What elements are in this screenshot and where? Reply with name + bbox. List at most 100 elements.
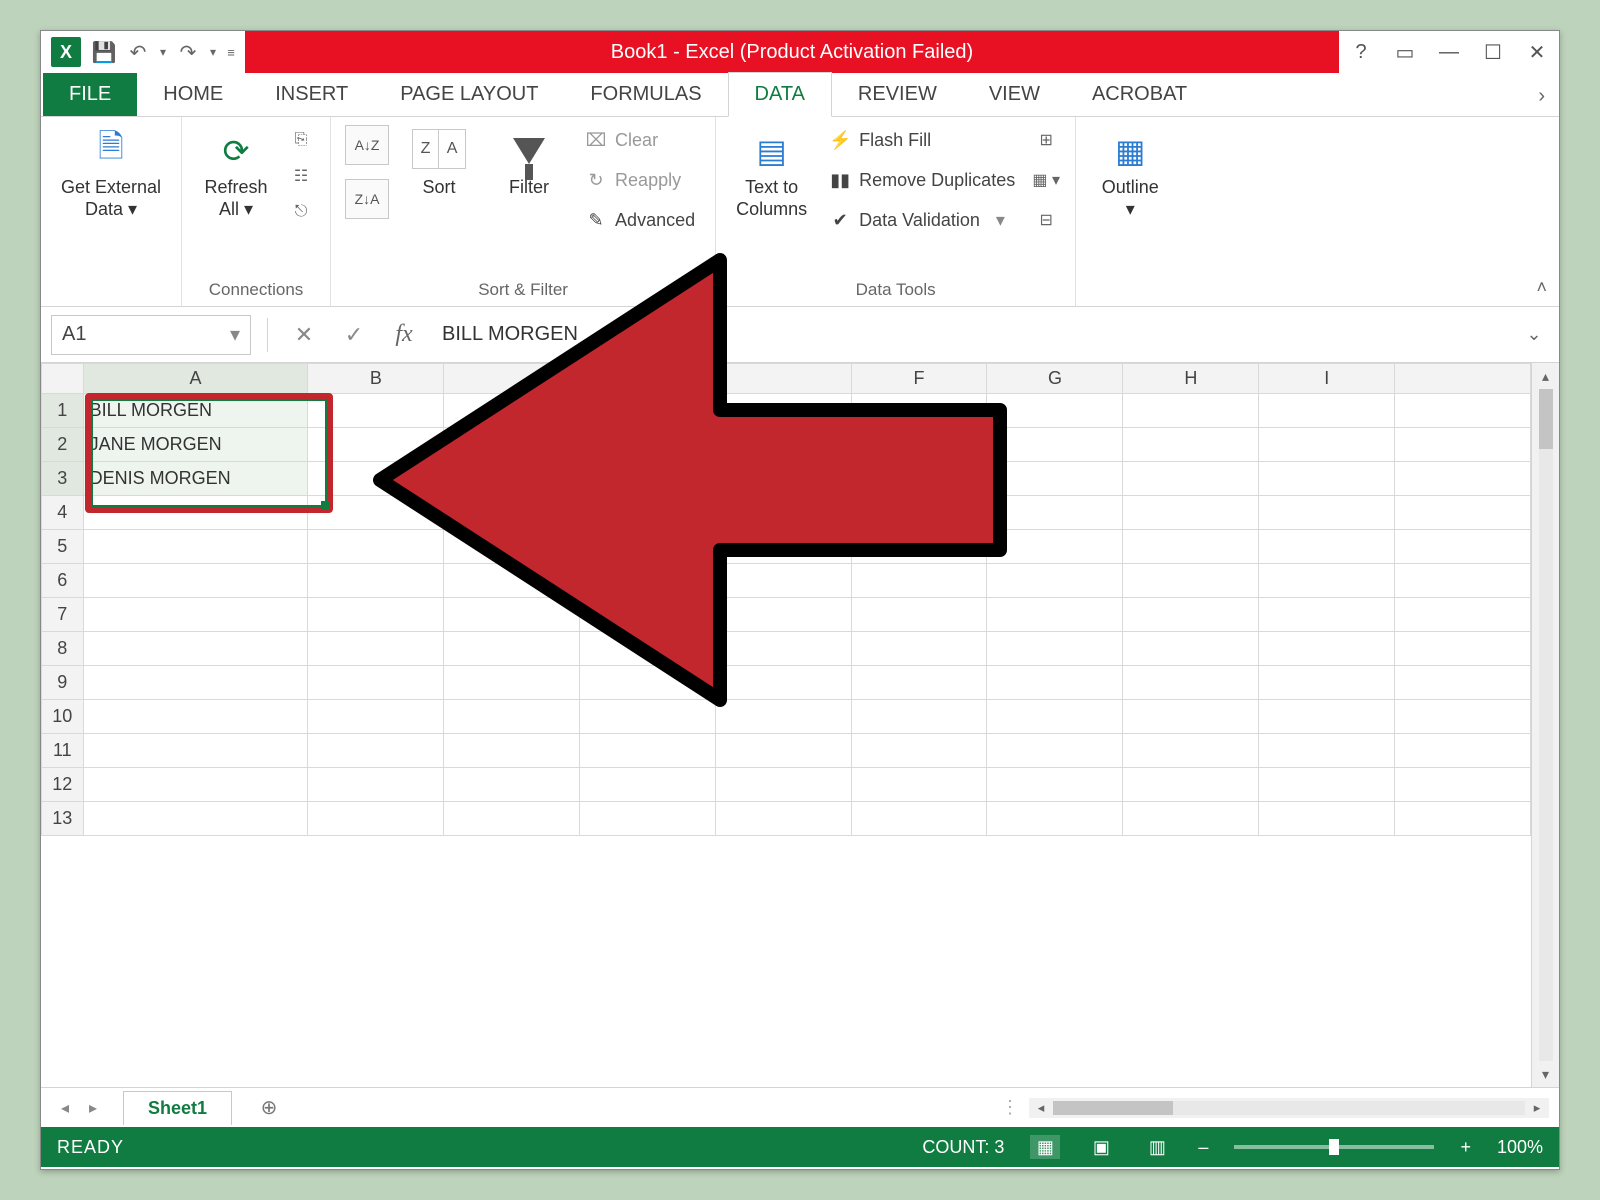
cell[interactable] (851, 734, 987, 768)
cell[interactable] (83, 632, 308, 666)
view-page-break-icon[interactable]: ▥ (1142, 1135, 1172, 1159)
cell[interactable] (83, 734, 308, 768)
cell[interactable] (1395, 462, 1531, 496)
cell[interactable] (444, 462, 580, 496)
cell[interactable]: BILL MORGEN (83, 394, 308, 428)
cell[interactable] (580, 564, 716, 598)
outline-button[interactable]: ▦ Outline▾ (1090, 125, 1170, 224)
zoom-slider[interactable] (1234, 1145, 1434, 1149)
cell[interactable] (580, 632, 716, 666)
cell[interactable] (444, 666, 580, 700)
cell[interactable] (1395, 496, 1531, 530)
cell[interactable] (851, 530, 987, 564)
cell[interactable] (83, 666, 308, 700)
cell[interactable] (851, 428, 987, 462)
column-header[interactable]: I (1259, 364, 1395, 394)
cell[interactable] (444, 632, 580, 666)
connections-icon[interactable]: ⎘ (286, 125, 316, 155)
cell[interactable] (444, 768, 580, 802)
cell[interactable] (715, 564, 851, 598)
cell[interactable] (1123, 496, 1259, 530)
horizontal-scrollbar[interactable]: ◂ ▸ (1029, 1098, 1549, 1118)
row-header[interactable]: 4 (42, 496, 84, 530)
cell[interactable] (580, 598, 716, 632)
hscroll-thumb[interactable] (1053, 1101, 1173, 1115)
column-header[interactable]: B (308, 364, 444, 394)
cell[interactable] (1259, 496, 1395, 530)
cell[interactable] (308, 734, 444, 768)
cell[interactable] (580, 428, 716, 462)
text-to-columns-button[interactable]: ▤ Text to Columns (730, 125, 813, 224)
cell[interactable] (1259, 530, 1395, 564)
cell[interactable] (1123, 700, 1259, 734)
tab-file[interactable]: FILE (43, 73, 137, 116)
maximize-button[interactable]: ☐ (1471, 31, 1515, 73)
cell[interactable] (987, 666, 1123, 700)
cell[interactable] (308, 802, 444, 836)
cell[interactable] (715, 632, 851, 666)
cell[interactable] (444, 496, 580, 530)
row-header[interactable]: 13 (42, 802, 84, 836)
cell[interactable] (1259, 428, 1395, 462)
cell[interactable] (83, 768, 308, 802)
cell[interactable] (987, 394, 1123, 428)
redo-dropdown-icon[interactable]: ▾ (205, 35, 221, 69)
cell[interactable]: DENIS MORGEN (83, 462, 308, 496)
cell[interactable] (1123, 462, 1259, 496)
grid[interactable]: A B F G H I 1BILL MORGEN2JANE MORGEN3DEN… (41, 363, 1531, 1087)
new-sheet-button[interactable]: ⊕ (252, 1093, 286, 1123)
cell[interactable] (851, 598, 987, 632)
cell[interactable] (987, 428, 1123, 462)
column-header[interactable]: G (987, 364, 1123, 394)
cell[interactable] (83, 496, 308, 530)
cell[interactable] (83, 564, 308, 598)
cell[interactable] (444, 428, 580, 462)
help-button[interactable]: ? (1339, 31, 1383, 73)
cell[interactable] (444, 394, 580, 428)
formula-input[interactable] (434, 315, 1509, 355)
cell[interactable] (1259, 394, 1395, 428)
relationships-icon[interactable]: ⊟ (1031, 205, 1061, 235)
advanced-filter-button[interactable]: ✎Advanced (579, 205, 701, 235)
cell[interactable] (715, 462, 851, 496)
row-header[interactable]: 5 (42, 530, 84, 564)
row-header[interactable]: 8 (42, 632, 84, 666)
edit-links-icon[interactable]: ⎋ (286, 197, 316, 227)
sheet-tab-active[interactable]: Sheet1 (123, 1091, 232, 1125)
cell[interactable] (715, 530, 851, 564)
row-header[interactable]: 6 (42, 564, 84, 598)
tab-view[interactable]: VIEW (963, 73, 1066, 116)
cell[interactable] (308, 530, 444, 564)
cell[interactable] (308, 632, 444, 666)
cell[interactable] (1259, 564, 1395, 598)
row-header[interactable]: 9 (42, 666, 84, 700)
clear-filter-button[interactable]: ⌧Clear (579, 125, 701, 155)
cell[interactable] (987, 632, 1123, 666)
what-if-icon[interactable]: ▦ ▾ (1031, 165, 1061, 195)
column-header[interactable]: F (851, 364, 987, 394)
sheet-nav-next-icon[interactable]: ▸ (79, 1098, 107, 1118)
column-header[interactable] (580, 364, 716, 394)
cell[interactable] (851, 700, 987, 734)
tab-formulas[interactable]: FORMULAS (564, 73, 727, 116)
cell[interactable] (1395, 598, 1531, 632)
cell[interactable] (1395, 564, 1531, 598)
tab-acrobat[interactable]: ACROBAT (1066, 73, 1213, 116)
cell[interactable] (987, 496, 1123, 530)
cell[interactable] (1259, 462, 1395, 496)
cell[interactable] (580, 462, 716, 496)
cell[interactable] (580, 394, 716, 428)
cell[interactable] (308, 598, 444, 632)
row-header[interactable]: 7 (42, 598, 84, 632)
ribbon-display-options-icon[interactable]: ▭ (1383, 31, 1427, 73)
sort-za-button[interactable]: Z↓A (345, 179, 389, 219)
save-icon[interactable]: 💾 (87, 35, 121, 69)
cell[interactable] (851, 394, 987, 428)
cell[interactable] (1123, 802, 1259, 836)
cell[interactable] (1123, 666, 1259, 700)
cell[interactable] (1395, 802, 1531, 836)
cell[interactable] (308, 564, 444, 598)
enter-formula-icon[interactable]: ✓ (334, 315, 374, 355)
cell[interactable] (308, 428, 444, 462)
filter-button[interactable]: Filter (489, 125, 569, 203)
